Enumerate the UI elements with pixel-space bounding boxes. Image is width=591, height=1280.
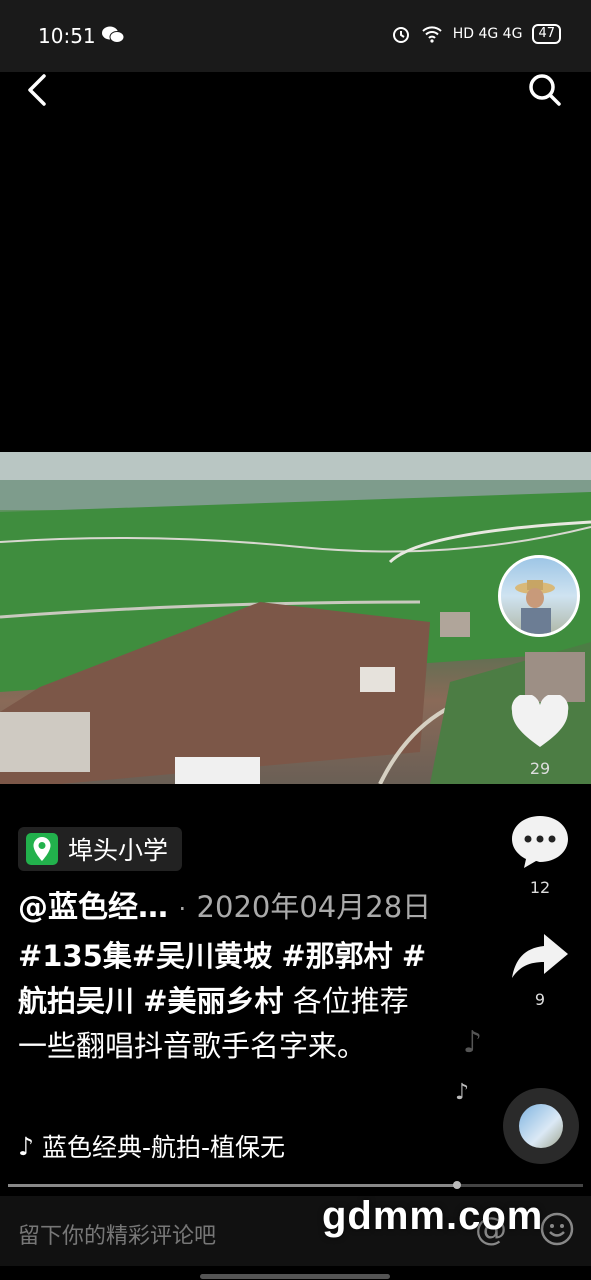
location-label: 埠头小学 — [68, 836, 169, 865]
status-time: 10:51 — [38, 24, 96, 48]
back-button[interactable] — [18, 70, 58, 110]
video-frame — [0, 452, 591, 784]
comment-count: 12 — [529, 878, 551, 897]
music-note-icon: ♪ — [463, 1025, 483, 1060]
avatar-image — [515, 580, 555, 634]
comment-icon — [512, 816, 568, 868]
share-count: 9 — [534, 990, 546, 1009]
author-name[interactable]: @蓝色经… — [18, 890, 168, 925]
music-title: 蓝色经典-航拍-植保无 — [41, 1133, 286, 1162]
hashtag[interactable]: #美丽乡村 — [143, 984, 283, 1018]
like-count: 29 — [529, 759, 551, 778]
video-player[interactable] — [0, 452, 591, 784]
status-icons: HD 4G 4G 47 — [391, 24, 561, 44]
hashtag[interactable]: #那郭村 — [281, 939, 392, 973]
author-avatar[interactable] — [498, 555, 580, 637]
music-disc[interactable] — [503, 1088, 579, 1164]
music-cover — [519, 1104, 563, 1148]
video-progress[interactable] — [8, 1181, 583, 1189]
music-note-icon: ♪ — [455, 1080, 470, 1105]
heart-icon — [511, 693, 569, 747]
author-line: @蓝色经… · 2020年04月28日 — [18, 882, 431, 926]
wifi-icon — [422, 26, 442, 43]
location-tag[interactable]: 埠头小学 — [18, 827, 183, 871]
wechat-icon — [102, 26, 124, 43]
post-date: 2020年04月28日 — [196, 890, 432, 924]
home-indicator — [200, 1274, 390, 1279]
emoji-icon[interactable] — [540, 1212, 574, 1246]
network-indicator: HD 4G 4G — [452, 26, 523, 42]
comment-placeholder[interactable]: 留下你的精彩评论吧 — [18, 1218, 216, 1250]
battery-indicator: 47 — [532, 24, 561, 44]
music-note-icon: ♪ — [18, 1131, 34, 1161]
share-button[interactable]: 9 — [505, 930, 575, 1009]
music-line[interactable]: ♪ 蓝色经典-航拍-植保无 — [18, 1128, 318, 1164]
search-button[interactable] — [525, 70, 565, 110]
status-bar: 10:51 HD 4G 4G 47 — [0, 0, 591, 72]
hashtag[interactable]: #135集#吴川黄坡 — [18, 939, 272, 973]
watermark: gdmm.com — [322, 1194, 544, 1238]
alarm-icon — [392, 27, 409, 43]
like-button[interactable]: 29 — [505, 693, 575, 778]
post-description: #135集#吴川黄坡 #那郭村 #航拍吴川 #美丽乡村 各位推荐一些翻唱抖音歌手… — [18, 934, 428, 1069]
separator-dot: · — [178, 895, 187, 923]
progress-thumb[interactable] — [453, 1181, 461, 1189]
share-icon — [512, 934, 568, 978]
comment-button[interactable]: 12 — [505, 812, 575, 897]
location-pin-icon — [26, 833, 58, 865]
progress-fill — [8, 1184, 457, 1187]
